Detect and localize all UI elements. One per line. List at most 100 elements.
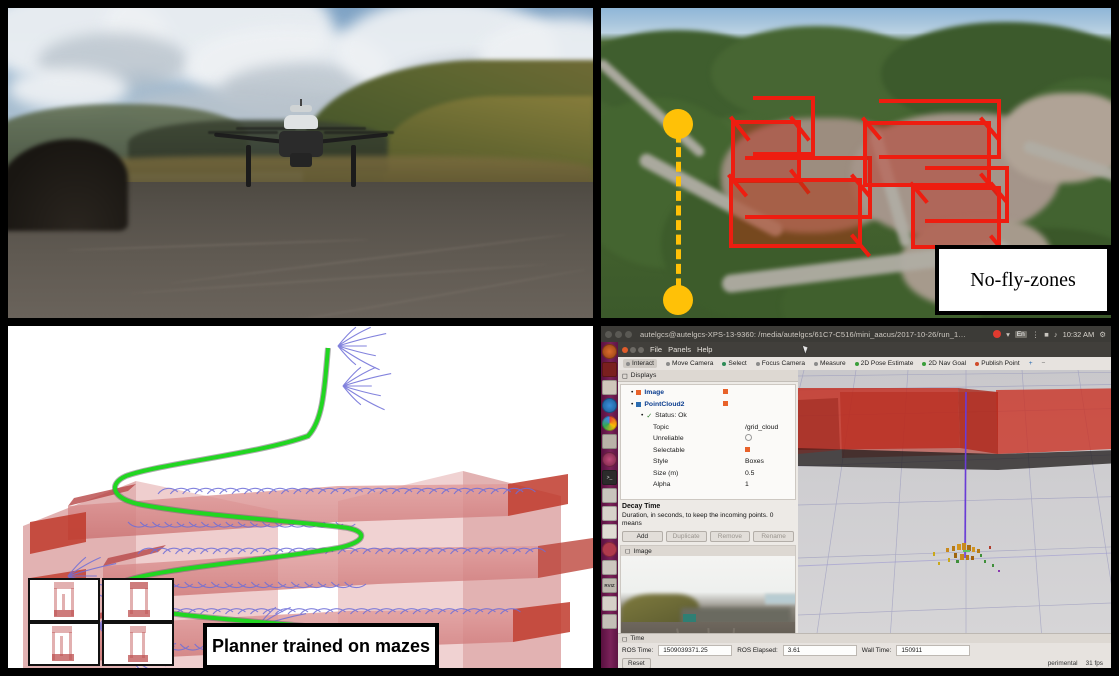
tool-select[interactable]: Select <box>722 360 747 367</box>
add-display-button[interactable]: Add <box>622 531 663 543</box>
figure-frame: No-fly-zones Planner trained on mazes au… <box>0 0 1119 676</box>
bluetooth-icon[interactable]: ⋮ <box>1032 330 1040 339</box>
sky-glare <box>765 594 795 605</box>
rviz-toolbar: Interact Move Camera Select Focus Camera… <box>618 357 1111 371</box>
tool-remove-icon[interactable]: − <box>1042 360 1046 367</box>
window-controls[interactable] <box>605 330 632 338</box>
drone-sensor-pod <box>283 115 318 130</box>
drone-gps-antenna <box>289 105 312 113</box>
document-icon[interactable] <box>602 506 617 521</box>
wall-time-value: 150911 <box>896 645 971 656</box>
wall-time-label: Wall Time: <box>861 647 892 654</box>
settings-icon[interactable] <box>602 452 617 467</box>
fps-label: 31 fps <box>1085 660 1103 667</box>
minimize-icon[interactable] <box>615 330 622 338</box>
ros-elapsed-label: ROS Elapsed: <box>737 647 778 654</box>
no-fly-zone-box <box>729 96 815 195</box>
maximize-icon[interactable] <box>638 346 644 353</box>
close-icon[interactable] <box>605 330 612 338</box>
displays-tree[interactable]: • Image • PointCloud2 • ✓ Status: Ok Top… <box>620 384 796 500</box>
keyboard-layout-icon[interactable]: En <box>1014 330 1027 338</box>
tree-row[interactable]: Unreliable <box>621 433 795 445</box>
tool-publish-point[interactable]: Publish Point <box>975 360 1020 367</box>
battery-icon[interactable]: ■ <box>1044 330 1049 339</box>
duplicate-display-button[interactable]: Duplicate <box>665 531 707 543</box>
menu-help[interactable]: Help <box>697 345 712 354</box>
nfz-walls-3d <box>798 388 1111 470</box>
menu-panels[interactable]: Panels <box>668 345 691 354</box>
tool-2d-pose-estimate[interactable]: 2D Pose Estimate <box>854 360 913 367</box>
property-help: Decay Time Duration, in seconds, to keep… <box>618 500 798 528</box>
rviz-3d-viewport[interactable]: Onboard planning <box>798 370 1111 634</box>
no-fly-zone-box <box>909 166 1009 257</box>
tool-measure[interactable]: Measure <box>814 360 846 367</box>
terminal-icon[interactable]: >_ <box>602 470 617 485</box>
tree-row[interactable]: • Image <box>621 387 795 399</box>
notes-icon[interactable] <box>602 596 617 611</box>
tree-row[interactable]: Topic /grid_cloud <box>621 422 795 434</box>
editor-icon[interactable] <box>602 524 617 539</box>
close-icon[interactable] <box>622 346 628 353</box>
tool-move-camera[interactable]: Move Camera <box>666 360 713 367</box>
rviz-time-panel: ◻ Time ROS Time: 1509039371.25 ROS Elaps… <box>618 633 1111 668</box>
panel-collapse-icon[interactable]: ◻ <box>622 635 627 643</box>
panel-maze-planner: Planner trained on mazes <box>8 326 593 668</box>
calculator-icon[interactable] <box>602 362 617 377</box>
firefox-icon[interactable] <box>602 398 617 413</box>
clock-label[interactable]: 10:32 AM <box>1063 330 1095 339</box>
help-body: Duration, in seconds, to keep the incomi… <box>622 511 774 527</box>
tree-row[interactable]: Alpha 1 <box>621 479 795 491</box>
tool-add-icon[interactable]: + <box>1029 360 1033 367</box>
maximize-icon[interactable] <box>625 330 632 338</box>
chrome-icon[interactable] <box>602 416 617 431</box>
volume-icon[interactable]: ♪ <box>1054 330 1058 339</box>
gimp-icon[interactable] <box>602 542 617 557</box>
reset-button[interactable]: Reset <box>622 658 651 668</box>
panel-collapse-icon[interactable]: ◻ <box>622 372 628 380</box>
record-indicator-icon[interactable] <box>993 330 1002 338</box>
nfz-edge <box>811 96 815 152</box>
tree-row[interactable]: • PointCloud2 <box>621 399 795 411</box>
remove-display-button[interactable]: Remove <box>709 531 751 543</box>
gear-icon[interactable]: ⚙ <box>1099 330 1106 339</box>
maze-thumbnail <box>102 578 174 622</box>
no-fly-zone-box <box>861 99 1001 197</box>
tree-row[interactable]: Style Boxes <box>621 456 795 468</box>
rviz-left-panel: ◻ Displays • Image • PointCloud2 • ✓ Sta… <box>618 370 799 668</box>
menu-file[interactable]: File <box>650 345 662 354</box>
tool-focus-camera[interactable]: Focus Camera <box>755 360 805 367</box>
unity-top-bar: autelgcs@autelgcs-XPS-13-9360: /media/au… <box>601 326 1111 342</box>
wine-icon[interactable] <box>602 560 617 575</box>
tool-2d-nav-goal[interactable]: 2D Nav Goal <box>922 360 966 367</box>
minimize-icon[interactable] <box>630 346 636 353</box>
dirt-mound <box>8 139 128 232</box>
nfz-edge <box>925 219 1009 223</box>
caption-planner-trained: Planner trained on mazes <box>203 623 439 668</box>
panel-aerial-nfz: No-fly-zones <box>601 8 1111 318</box>
time-fields-row: ROS Time: 1509039371.25 ROS Elapsed: 3.6… <box>618 643 1111 656</box>
rviz-icon[interactable]: RVIZ <box>602 578 617 593</box>
printer-icon[interactable] <box>602 614 617 629</box>
ubuntu-logo-icon[interactable] <box>602 344 617 359</box>
window-title: autelgcs@autelgcs-XPS-13-9360: /media/au… <box>640 329 970 339</box>
rename-display-button[interactable]: Rename <box>753 531 794 543</box>
system-tray: ▾ En ⋮ ■ ♪ 10:32 AM ⚙ <box>993 330 1106 339</box>
software-center-icon[interactable] <box>602 434 617 449</box>
wifi-icon[interactable]: ▾ <box>1006 330 1010 339</box>
point-cloud-cluster <box>933 543 1000 572</box>
panel-collapse-icon[interactable]: ◻ <box>625 547 630 555</box>
text-editor-icon[interactable] <box>602 488 617 503</box>
drone-landing-leg <box>350 145 356 188</box>
tool-interact[interactable]: Interact <box>623 359 657 368</box>
tree-row[interactable]: Size (m) 0.5 <box>621 468 795 480</box>
nfz-front-face <box>729 178 862 248</box>
nfz-edge <box>997 99 1001 157</box>
maze-thumbnail <box>28 622 100 666</box>
tree-row[interactable]: Selectable <box>621 445 795 457</box>
tree-row[interactable]: • ✓ Status: Ok <box>621 410 795 422</box>
files-icon[interactable] <box>602 380 617 395</box>
drone-propeller <box>323 131 394 135</box>
waypoint-path-line <box>676 118 681 303</box>
rviz-window-controls[interactable] <box>622 346 644 353</box>
unity-launcher: >_ RVIZ <box>601 342 618 668</box>
